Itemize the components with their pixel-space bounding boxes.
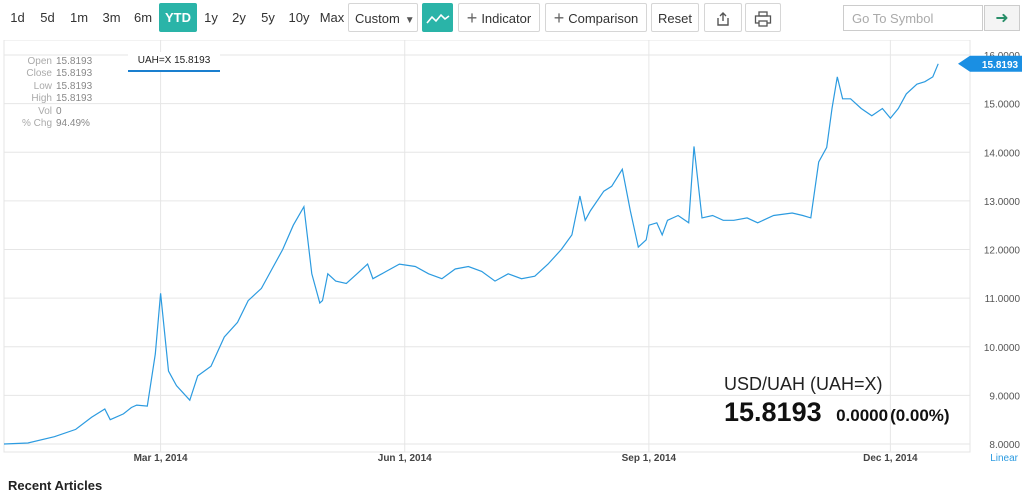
y-tick-label: 15.0000 <box>984 100 1021 111</box>
x-tick-label: Sep 1, 2014 <box>622 453 677 464</box>
info-label: % Chg <box>21 118 52 130</box>
go-to-symbol-input[interactable] <box>843 5 983 31</box>
arrow-right-icon: ➜ <box>995 10 1009 27</box>
indicator-label: Indicator <box>481 11 532 26</box>
range-button-10y[interactable]: 10y <box>283 3 315 32</box>
share-button[interactable] <box>704 3 742 32</box>
pair-title: USD/UAH (UAH=X) <box>724 374 883 394</box>
x-tick-label: Mar 1, 2014 <box>134 453 188 464</box>
current-price-marker-label: 15.8193 <box>982 60 1019 71</box>
y-tick-label: 11.0000 <box>985 294 1021 305</box>
info-label: High <box>31 93 52 105</box>
chevron-down-icon: ▼ <box>404 15 415 26</box>
info-label: Vol <box>38 105 52 117</box>
info-row: Low 15.8193 <box>14 80 93 93</box>
y-tick-label: 13.0000 <box>984 197 1021 208</box>
plus-icon: + <box>553 8 565 28</box>
info-row: Open 15.8193 <box>14 56 93 68</box>
plus-icon: + <box>466 8 478 28</box>
scale-label: Linear <box>990 453 1018 464</box>
info-label: Low <box>33 80 52 92</box>
range-button-3m[interactable]: 3m <box>96 3 127 32</box>
reset-button[interactable]: Reset <box>651 3 699 32</box>
x-tick-label: Jun 1, 2014 <box>378 453 432 464</box>
printer-icon <box>754 10 772 27</box>
range-button-ytd[interactable]: YTD <box>159 3 197 32</box>
price-change: 0.0000 <box>836 406 889 425</box>
y-tick-label: 12.0000 <box>984 246 1021 257</box>
go-button[interactable]: ➜ <box>984 5 1020 31</box>
indicator-button[interactable]: + Indicator <box>458 3 540 32</box>
info-row: % Chg 94.49% <box>14 118 92 130</box>
info-value: 15.8193 <box>56 93 93 105</box>
chart-type-button[interactable] <box>422 3 453 32</box>
range-button-6m[interactable]: 6m <box>128 3 158 32</box>
ohlc-info-panel: Open 15.8193 Close 15.8193 Low 15.8193 High 15.… <box>14 56 92 130</box>
info-value: 15.8193 <box>56 80 93 92</box>
info-value: 0 <box>56 105 62 117</box>
current-price: 15.8193 <box>724 397 822 427</box>
print-button[interactable] <box>745 3 781 32</box>
crosshair-label: UAH=X 15.8193 <box>128 52 220 72</box>
info-value: 15.8193 <box>56 68 93 80</box>
y-tick-label: 8.0000 <box>989 440 1020 451</box>
chart-toolbar: 1d 5d 1m 3m 6m YTD 1y 2y 5y 10y Max Custom ▼ + Indic… <box>0 0 1024 38</box>
info-row: Close 15.8193 <box>14 68 92 80</box>
y-tick-label: 14.0000 <box>984 148 1021 159</box>
info-label: Open <box>27 56 52 67</box>
recent-articles-heading: Recent Articles <box>8 478 103 493</box>
info-value: 15.8193 <box>56 56 93 67</box>
info-row: High 15.8193 <box>14 93 92 105</box>
range-button-2y[interactable]: 2y <box>225 3 253 32</box>
share-icon <box>717 11 729 26</box>
line-chart-icon <box>425 13 449 24</box>
range-button-max[interactable]: Max <box>316 3 348 32</box>
x-tick-label: Dec 1, 2014 <box>863 453 918 464</box>
info-row: Vol 0 <box>14 106 92 118</box>
custom-range-dropdown[interactable]: Custom ▼ <box>348 3 418 32</box>
quote-summary: USD/UAH (UAH=X) 15.8193 0.0000 (0.00%) <box>724 374 950 428</box>
info-label: Close <box>26 68 52 80</box>
y-tick-label: 9.0000 <box>989 391 1020 402</box>
range-button-1m[interactable]: 1m <box>63 3 95 32</box>
range-button-5d[interactable]: 5d <box>33 3 62 32</box>
y-tick-label: 10.0000 <box>984 343 1021 354</box>
comparison-button[interactable]: + Comparison <box>545 3 647 32</box>
price-change-percent: (0.00%) <box>890 406 950 425</box>
info-value: 94.49% <box>56 118 90 130</box>
range-button-1d[interactable]: 1d <box>3 3 32 32</box>
range-button-1y[interactable]: 1y <box>198 3 224 32</box>
range-button-5y[interactable]: 5y <box>254 3 282 32</box>
custom-range-label: Custom <box>355 11 400 26</box>
comparison-label: Comparison <box>568 11 639 26</box>
